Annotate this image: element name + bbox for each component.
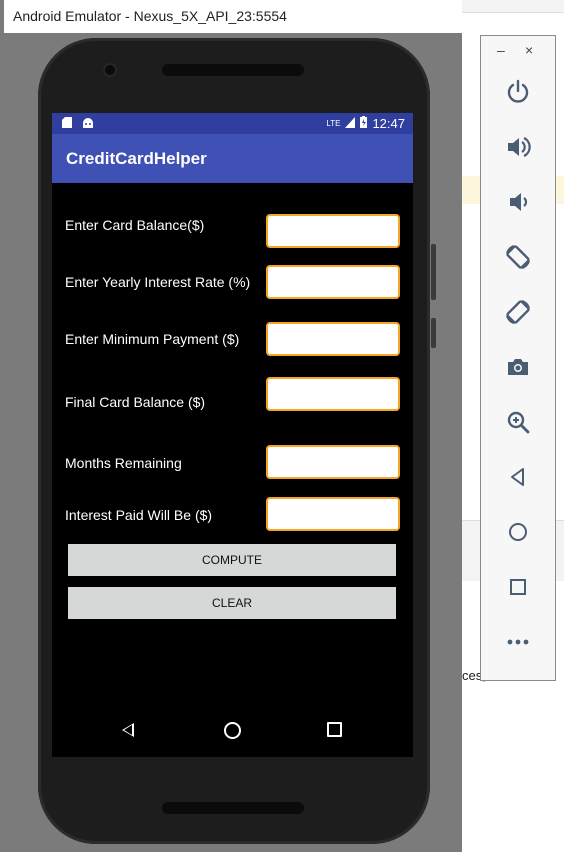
ide-toolbar-strip: [462, 0, 564, 13]
close-button[interactable]: ×: [525, 42, 533, 58]
sd-card-icon: [62, 117, 72, 131]
interest-paid-output[interactable]: [266, 497, 400, 531]
final-balance-output[interactable]: [266, 377, 400, 411]
app-title: CreditCardHelper: [66, 149, 207, 168]
card-balance-input[interactable]: [266, 214, 400, 248]
months-remaining-output[interactable]: [266, 445, 400, 479]
bottom-speaker: [162, 802, 304, 814]
volume-down-icon[interactable]: [481, 182, 555, 222]
back-icon[interactable]: [481, 457, 555, 497]
power-side-button: [431, 318, 436, 348]
emulator-window: Android Emulator - Nexus_5X_API_23:5554 …: [0, 0, 462, 852]
emulator-tool-panel: – ×: [480, 35, 556, 681]
nav-overview-icon[interactable]: [327, 722, 342, 737]
zoom-icon[interactable]: [481, 402, 555, 442]
months-remaining-label: Months Remaining: [65, 455, 182, 471]
power-icon[interactable]: [481, 72, 555, 112]
app-bar: CreditCardHelper: [52, 134, 413, 183]
compute-button[interactable]: COMPUTE: [68, 544, 396, 576]
interest-rate-input[interactable]: [266, 265, 400, 299]
camera-icon[interactable]: [481, 347, 555, 387]
more-icon[interactable]: [481, 622, 555, 662]
device-screen: LTE 12:47 CreditCardHelper Enter Card Ba…: [52, 113, 413, 757]
nav-home-icon[interactable]: [224, 722, 241, 739]
minimum-payment-input[interactable]: [266, 322, 400, 356]
window-title: Android Emulator - Nexus_5X_API_23:5554: [13, 8, 287, 24]
interest-paid-label: Interest Paid Will Be ($): [65, 507, 213, 523]
status-bar: LTE 12:47: [52, 113, 413, 134]
network-type: LTE: [326, 119, 341, 128]
android-icon: [82, 117, 94, 131]
home-icon[interactable]: [481, 512, 555, 552]
interest-rate-label: Enter Yearly Interest Rate (%): [65, 274, 251, 290]
battery-icon: [360, 116, 368, 131]
front-camera: [105, 65, 115, 75]
minimum-payment-label: Enter Minimum Payment ($): [65, 331, 240, 347]
window-titlebar[interactable]: Android Emulator - Nexus_5X_API_23:5554: [4, 0, 462, 33]
navigation-bar: [52, 707, 413, 757]
overview-icon[interactable]: [481, 567, 555, 607]
volume-side-button: [431, 244, 436, 300]
top-speaker: [162, 64, 304, 76]
volume-up-icon[interactable]: [481, 127, 555, 167]
nav-back-icon[interactable]: [122, 723, 134, 737]
rotate-right-icon[interactable]: [481, 292, 555, 332]
clock: 12:47: [372, 116, 405, 131]
signal-icon: [345, 116, 356, 131]
minimize-button[interactable]: –: [497, 42, 505, 58]
final-balance-label: Final Card Balance ($): [65, 394, 206, 410]
rotate-left-icon[interactable]: [481, 237, 555, 277]
card-balance-label: Enter Card Balance($): [65, 217, 205, 233]
clear-button[interactable]: CLEAR: [68, 587, 396, 619]
